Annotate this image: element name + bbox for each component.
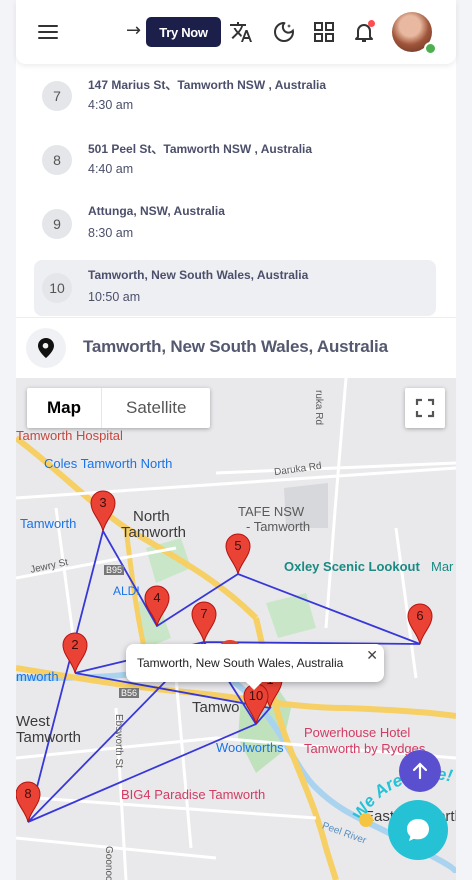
map-info-window: Tamworth, New South Wales, Australia ✕ [126,644,384,690]
map-type-satellite-button[interactable]: Satellite [101,388,210,428]
map-label-powerhouse-1: Powerhouse Hotel [304,725,411,740]
map-marker-10[interactable]: 10 [243,683,269,725]
fullscreen-icon [415,398,435,418]
stop-time: 4:40 am [88,162,134,176]
stop-number: 8 [42,145,72,175]
top-navbar: → Try Now [16,0,456,64]
info-window-text: Tamworth, New South Wales, Australia [137,656,344,670]
map-label-coles: Coles Tamworth North [44,456,173,471]
map-marker-label: 10 [249,688,263,703]
map-label-big4: BIG4 Paradise Tamworth [121,787,266,802]
apps-grid-icon[interactable] [312,20,336,44]
stop-address: Attunga, NSW, Australia [88,204,225,218]
stop-item-9[interactable]: 9 Attunga, NSW, Australia 8:30 am [34,196,436,252]
map-marker-2[interactable]: 2 [62,632,88,674]
map-label-west-1: West [16,713,50,730]
map-label-hospital: Tamworth Hospital [16,428,123,443]
close-icon[interactable]: ✕ [366,647,378,664]
map-marker-label: 3 [99,495,106,510]
map-label-tafe-2: - Tamworth [246,519,311,534]
login-arrow-icon[interactable]: → [126,20,141,41]
menu-icon[interactable] [38,22,58,42]
chat-bubble-icon [407,819,429,841]
map-label-mar: Mar [431,559,454,574]
map-type-map-button[interactable]: Map [27,388,101,428]
scroll-to-top-button[interactable] [399,750,441,792]
dark-mode-icon[interactable] [272,20,296,44]
stop-number: 7 [42,81,72,111]
map-label-tamworth-west: Tamworth [20,516,77,531]
arrow-up-icon [412,762,428,780]
map-type-control: Map Satellite [27,388,211,428]
map-label-aldi: ALDI [113,584,140,598]
stop-address: 147 Marius St、Tamworth NSW , Australia [88,78,327,92]
map-label-b56: B56 [119,688,140,698]
stop-number: 9 [42,209,72,239]
stop-time: 10:50 am [88,290,141,304]
stop-number: 10 [42,273,72,303]
map-label-goonoo: Goonoo [103,846,114,880]
stop-item-8[interactable]: 8 501 Peel St、Tamworth NSW , Australia 4… [34,132,436,188]
map-marker-label: 2 [71,637,78,652]
stop-address: 501 Peel St、Tamworth NSW , Australia [88,142,313,156]
map-marker-3[interactable]: 3 [90,490,116,532]
map-label-mworth: mworth [16,669,59,684]
map-marker-label: 7 [200,606,207,621]
selected-location-text: Tamworth, New South Wales, Australia [83,337,388,356]
map-label-ruka: ruka Rd [313,390,324,426]
map-label-ebsworth: Ebsworth St [113,714,124,768]
map-marker-label: 4 [153,590,160,605]
map-marker-label: 8 [24,786,31,801]
chat-button[interactable] [388,800,448,860]
map-label-west-2: Tamworth [16,729,82,746]
map-marker-7[interactable]: 7 [191,601,217,643]
stop-address: Tamworth, New South Wales, Australia [88,268,309,282]
map-marker-6[interactable]: 6 [407,603,433,645]
map-label-tamwo: Tamwo [192,699,240,716]
map-label-oxley: Oxley Scenic Lookout [284,559,420,574]
location-pin-icon [26,328,66,368]
map-marker-5[interactable]: 5 [225,533,251,575]
map-label-b95: B95 [104,565,125,575]
notification-dot [368,20,375,27]
map-label-tafe-1: TAFE NSW [238,504,305,519]
stop-time: 4:30 am [88,98,134,112]
map-label-north-2: Tamworth [121,524,187,541]
map-label-woolworths: Woolworths [216,740,284,755]
map-label-north-1: North [133,508,170,525]
online-status-dot [424,42,437,55]
stop-item-7[interactable]: 7 147 Marius St、Tamworth NSW , Australia… [34,68,436,124]
fullscreen-button[interactable] [405,388,445,428]
map-marker-label: 5 [234,538,241,553]
map-marker-8[interactable]: 8 [16,781,41,823]
stop-item-10[interactable]: 10 Tamworth, New South Wales, Australia … [34,260,436,316]
translate-icon[interactable] [229,20,253,44]
selected-location-row: Tamworth, New South Wales, Australia [16,317,456,378]
try-now-button[interactable]: Try Now [146,17,221,47]
map-marker-label: 6 [416,608,423,623]
stop-time: 8:30 am [88,226,134,240]
